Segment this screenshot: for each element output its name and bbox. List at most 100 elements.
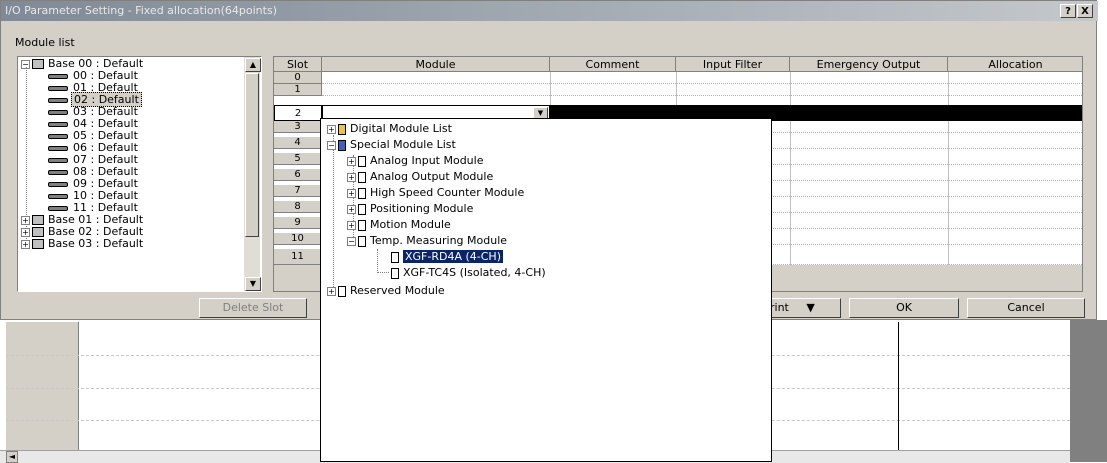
ok-button[interactable]: OK	[849, 298, 959, 318]
dropdown-item-motion[interactable]: + Motion Module	[347, 218, 451, 232]
column-header-slot[interactable]: Slot	[274, 57, 322, 72]
expand-icon[interactable]: +	[327, 124, 336, 134]
collapse-icon[interactable]: −	[347, 236, 356, 246]
dropdown-item-analog-output[interactable]: + Analog Output Module	[347, 170, 493, 184]
base-icon	[32, 227, 44, 237]
table-row[interactable]	[322, 72, 1082, 84]
scroll-left-icon[interactable]: ◄	[6, 451, 18, 463]
expand-icon[interactable]: +	[347, 204, 356, 214]
background-right-panel	[1070, 320, 1107, 462]
expand-icon[interactable]: +	[21, 239, 30, 249]
dropdown-item-temp-measuring[interactable]: − Temp. Measuring Module	[347, 234, 507, 248]
slot-cell[interactable]: 8	[274, 201, 322, 213]
print-dropdown-icon[interactable]: ▼	[806, 301, 814, 314]
slot-icon	[48, 157, 68, 163]
dropdown-item-label: XGF-TC4S (Isolated, 4-CH)	[403, 266, 546, 279]
dropdown-item-label: Positioning Module	[370, 202, 474, 215]
dropdown-item-label: Analog Output Module	[370, 170, 494, 183]
expand-icon[interactable]: +	[327, 286, 336, 296]
slot-icon	[48, 193, 68, 199]
dropdown-item-label: XGF-RD4A (4-CH)	[402, 249, 504, 264]
slot-cell[interactable]: 10	[274, 233, 322, 245]
base-icon	[32, 239, 44, 249]
scroll-down-icon[interactable]: ▼	[245, 277, 261, 291]
module-icon	[358, 235, 366, 247]
dropdown-item-label: Reserved Module	[350, 284, 445, 297]
tree-connector	[377, 272, 389, 274]
slot-cell[interactable]: 9	[274, 217, 322, 229]
help-button[interactable]: ?	[1060, 4, 1076, 18]
slot-icon	[48, 85, 68, 91]
window-title: I/O Parameter Setting - Fixed allocation…	[5, 4, 277, 17]
tree-item-base-03[interactable]: + Base 03 : Default	[21, 238, 145, 250]
dropdown-item-high-speed-counter[interactable]: + High Speed Counter Module	[347, 186, 524, 200]
slot-cell-selected[interactable]: 2	[274, 105, 322, 121]
title-bar[interactable]: I/O Parameter Setting - Fixed allocation…	[1, 1, 1098, 21]
module-icon	[338, 139, 346, 151]
expand-icon[interactable]: +	[347, 220, 356, 230]
slot-icon	[48, 109, 68, 115]
dropdown-item-digital[interactable]: + Digital Module List	[327, 122, 452, 136]
slot-icon	[48, 73, 68, 79]
dropdown-item-positioning[interactable]: + Positioning Module	[347, 202, 473, 216]
tree-connector	[333, 135, 335, 295]
column-header-input-filter[interactable]: Input Filter	[676, 57, 790, 72]
module-icon	[391, 251, 399, 263]
column-header-allocation[interactable]: Allocation	[948, 57, 1082, 72]
column-header-comment[interactable]: Comment	[550, 57, 676, 72]
slot-cell[interactable]: 0	[274, 72, 322, 84]
expand-icon[interactable]: +	[347, 156, 356, 166]
slot-icon	[48, 121, 68, 127]
module-icon	[338, 285, 346, 297]
slot-cell[interactable]: 4	[274, 137, 322, 149]
slot-cell[interactable]: 1	[274, 84, 322, 96]
module-icon	[358, 155, 366, 167]
slot-cell[interactable]: 5	[274, 153, 322, 165]
cancel-button[interactable]: Cancel	[967, 298, 1085, 318]
module-icon	[391, 267, 399, 279]
expand-icon[interactable]: +	[21, 215, 30, 225]
dropdown-item-reserved[interactable]: + Reserved Module	[327, 284, 445, 298]
expand-icon[interactable]: +	[347, 172, 356, 182]
slot-cell[interactable]: 11	[274, 249, 322, 265]
tree-connector	[377, 249, 379, 273]
dropdown-item-label: Special Module List	[350, 138, 456, 151]
dropdown-item-analog-input[interactable]: + Analog Input Module	[347, 154, 483, 168]
slot-icon	[48, 205, 68, 211]
slot-icon	[48, 145, 68, 151]
base-icon	[32, 59, 44, 69]
close-button[interactable]: X	[1077, 4, 1093, 18]
background-grid-line	[898, 322, 899, 452]
expand-icon[interactable]: +	[347, 188, 356, 198]
dropdown-item-xgf-tc4s[interactable]: XGF-TC4S (Isolated, 4-CH)	[391, 266, 546, 280]
dropdown-item-label: High Speed Counter Module	[370, 186, 525, 199]
slot-cell[interactable]: 6	[274, 169, 322, 181]
module-icon	[358, 171, 366, 183]
module-icon	[358, 219, 366, 231]
dropdown-item-label: Analog Input Module	[370, 154, 484, 167]
slot-icon	[48, 97, 68, 103]
slot-cell[interactable]: 3	[274, 121, 322, 133]
scroll-up-icon[interactable]: ▲	[245, 58, 261, 72]
background-row-header-strip	[6, 322, 79, 452]
module-icon	[358, 187, 366, 199]
dropdown-item-label: Temp. Measuring Module	[370, 234, 508, 247]
slot-icon	[48, 133, 68, 139]
collapse-icon[interactable]: −	[327, 140, 336, 150]
module-tree[interactable]: − Base 00 : Default 00 : Default 01 : Def…	[17, 56, 262, 292]
tree-item-label: Base 03 : Default	[48, 237, 144, 250]
print-button-label: rint	[770, 301, 789, 314]
expand-icon[interactable]: +	[21, 227, 30, 237]
tree-scroll-thumb[interactable]	[245, 73, 259, 237]
table-row[interactable]	[322, 84, 1082, 96]
base-icon	[32, 215, 44, 225]
slot-cell[interactable]: 7	[274, 185, 322, 197]
dropdown-item-special[interactable]: − Special Module List	[327, 138, 456, 152]
dropdown-item-xgf-rd4a[interactable]: XGF-RD4A (4-CH)	[391, 249, 504, 264]
column-header-module[interactable]: Module	[322, 57, 550, 72]
column-header-emergency-output[interactable]: Emergency Output	[790, 57, 948, 72]
delete-slot-button[interactable]: Delete Slot	[199, 298, 307, 318]
dropdown-item-label: Digital Module List	[350, 122, 452, 135]
module-dropdown-list[interactable]: + Digital Module List − Special Module Lis…	[320, 118, 772, 462]
slot-icon	[48, 181, 68, 187]
